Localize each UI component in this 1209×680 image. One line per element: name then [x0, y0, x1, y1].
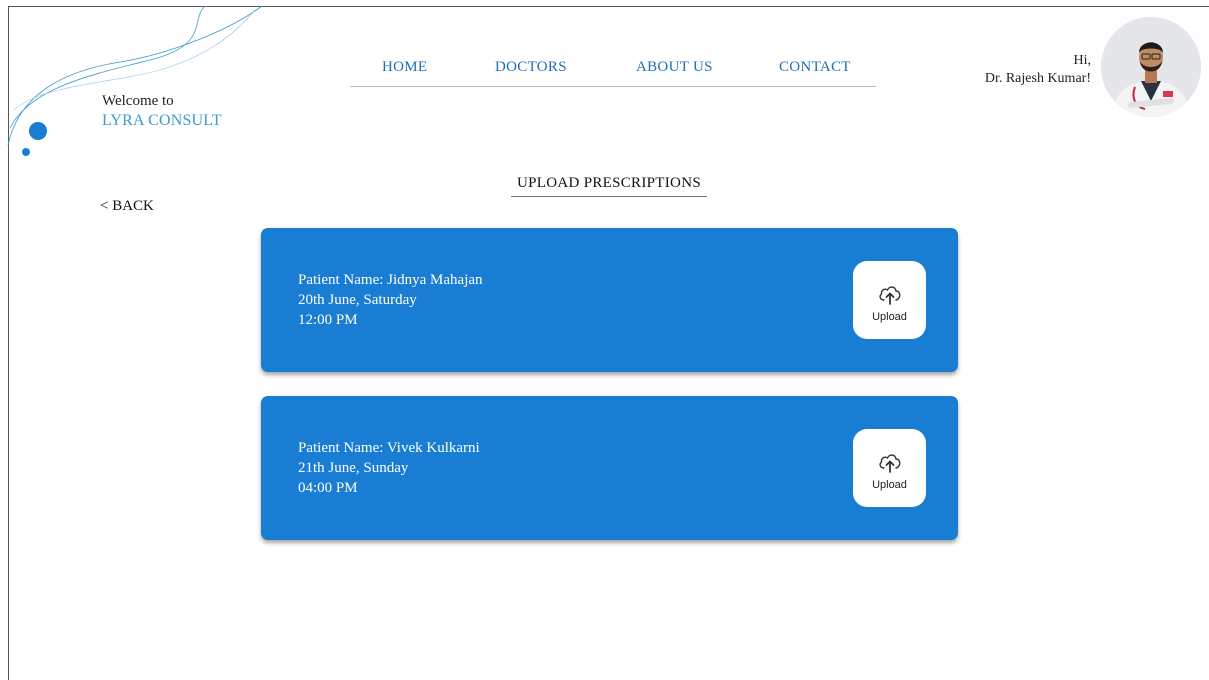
- user-greeting: Hi, Dr. Rajesh Kumar!: [985, 52, 1091, 88]
- patient-name: Patient Name: Vivek Kulkarni: [298, 440, 480, 456]
- appointment-date: 20th June, Saturday: [298, 292, 417, 308]
- cloud-upload-icon: [878, 454, 900, 473]
- greeting-hi: Hi,: [1073, 53, 1092, 68]
- upload-button[interactable]: Upload: [853, 261, 926, 339]
- upload-button-label: Upload: [872, 479, 907, 491]
- brand-welcome-text: Welcome to: [102, 93, 174, 109]
- decorative-dot-small: [22, 148, 30, 156]
- top-navigation: HOME DOCTORS ABOUT US CONTACT: [350, 55, 876, 87]
- upload-button[interactable]: Upload: [853, 429, 926, 507]
- brand-block: Welcome to LYRA CONSULT: [102, 92, 222, 131]
- decorative-swirl-lines: [7, 5, 263, 156]
- brand-name: LYRA CONSULT: [102, 112, 222, 129]
- doctor-avatar-illustration: [1101, 17, 1201, 117]
- nav-doctors-link[interactable]: DOCTORS: [495, 59, 567, 76]
- doctor-avatar[interactable]: [1101, 17, 1201, 117]
- decorative-dot-large: [29, 122, 47, 140]
- nav-home-link[interactable]: HOME: [382, 59, 427, 76]
- appointment-time: 12:00 PM: [298, 312, 358, 328]
- upload-button-label: Upload: [872, 311, 907, 323]
- appointment-card: Patient Name: Vivek Kulkarni 21th June, …: [261, 396, 958, 540]
- back-link[interactable]: < BACK: [100, 198, 154, 215]
- appointment-details: Patient Name: Vivek Kulkarni 21th June, …: [298, 438, 480, 498]
- cloud-upload-icon: [878, 286, 900, 305]
- appointment-card: Patient Name: Jidnya Mahajan 20th June, …: [261, 228, 958, 372]
- nav-contact-link[interactable]: CONTACT: [779, 59, 851, 76]
- greeting-user-name: Dr. Rajesh Kumar!: [984, 71, 1091, 86]
- patient-name: Patient Name: Jidnya Mahajan: [298, 272, 483, 288]
- page-title: UPLOAD PRESCRIPTIONS: [511, 175, 707, 197]
- nav-about-us-link[interactable]: ABOUT US: [636, 59, 713, 76]
- appointment-date: 21th June, Sunday: [298, 460, 409, 476]
- appointment-details: Patient Name: Jidnya Mahajan 20th June, …: [298, 270, 483, 330]
- appointment-time: 04:00 PM: [298, 480, 358, 496]
